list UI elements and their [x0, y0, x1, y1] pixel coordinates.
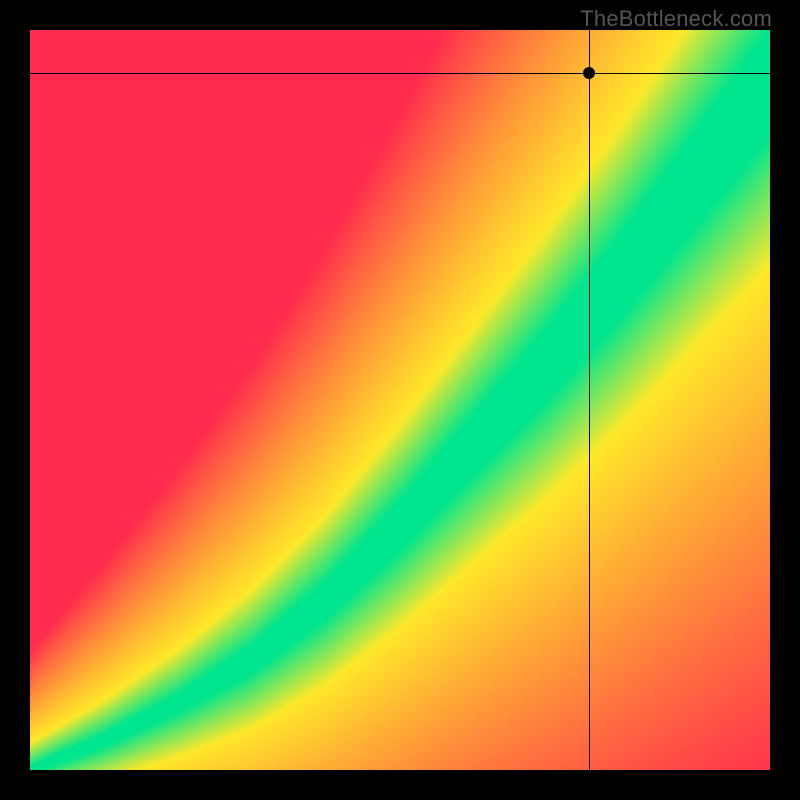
heatmap-canvas: [30, 30, 770, 770]
watermark-text: TheBottleneck.com: [580, 6, 772, 32]
plot-area: [30, 30, 770, 770]
chart-frame: TheBottleneck.com: [0, 0, 800, 800]
